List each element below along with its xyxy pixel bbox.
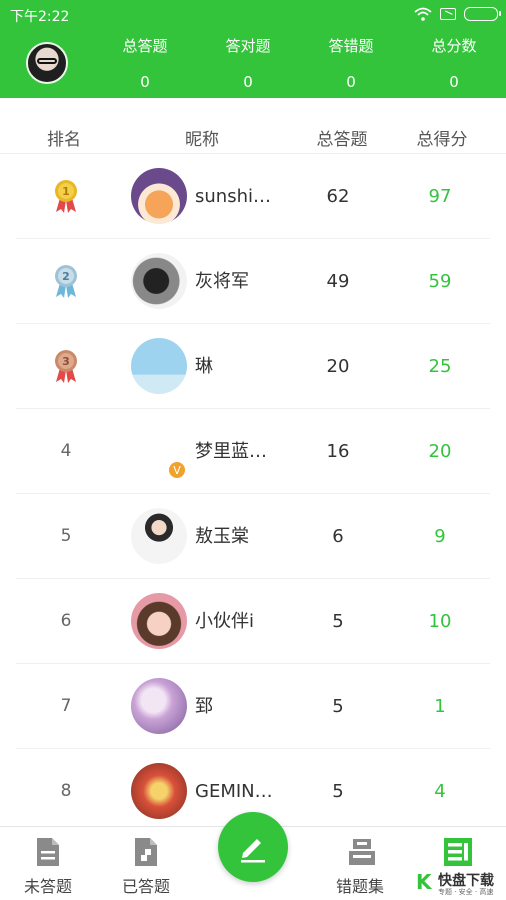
stat-label: 答对题 (225, 37, 271, 55)
leaderboard-header: 排名 昵称 总答题 总得分 (0, 120, 506, 154)
rank-number: 8 (60, 781, 72, 801)
svg-text:3: 3 (62, 355, 70, 368)
nav-wrong-questions[interactable]: 错题集 (320, 833, 400, 897)
total-score: 25 (428, 356, 452, 377)
table-row[interactable]: 7 郅 5 1 (16, 664, 490, 749)
table-row[interactable]: 2 灰将军 49 59 (16, 239, 490, 324)
total-score: 10 (428, 611, 452, 632)
stat-correct: 答对题 0 (208, 37, 288, 91)
total-answered: 20 (326, 356, 350, 377)
stat-value: 0 (243, 73, 253, 91)
stat-label: 总答题 (122, 37, 168, 55)
verified-badge-icon: V (168, 461, 186, 479)
header-score: 总得分 (416, 130, 468, 150)
document-icon (35, 837, 61, 867)
table-row[interactable]: 4 V 梦里蓝… 16 20 (16, 409, 490, 494)
total-answered: 5 (332, 611, 344, 632)
total-score: 4 (434, 781, 446, 802)
silver-medal-icon: 2 (55, 265, 77, 298)
nav-answered[interactable]: 已答题 (106, 833, 186, 897)
stat-label: 答错题 (328, 37, 374, 55)
document-check-icon (133, 837, 159, 867)
svg-text:1: 1 (62, 185, 70, 198)
total-answered: 62 (326, 186, 350, 207)
avatar (131, 508, 187, 564)
rank-number: 4 (60, 441, 72, 461)
total-score: 20 (428, 441, 452, 462)
stat-label: 总分数 (431, 37, 477, 55)
stat-wrong: 答错题 0 (311, 37, 391, 91)
status-icons (414, 6, 501, 22)
nickname: 敖玉棠 (195, 526, 249, 547)
stat-value: 0 (346, 73, 356, 91)
total-answered: 5 (332, 781, 344, 802)
nickname: 梦里蓝… (195, 441, 267, 462)
nickname: 小伙伴i (195, 611, 255, 632)
pencil-icon (241, 839, 265, 863)
bronze-medal-icon: 3 (55, 350, 77, 383)
battery-icon (464, 7, 501, 21)
header-rank: 排名 (47, 130, 81, 150)
header-nickname: 昵称 (185, 130, 219, 150)
nav-leaderboard[interactable] (416, 833, 496, 873)
nickname: 琳 (195, 356, 213, 377)
list-icon (443, 837, 472, 867)
total-answered: 5 (332, 696, 344, 717)
total-score: 97 (428, 186, 452, 207)
stat-total-score: 总分数 0 (414, 37, 494, 91)
watermark-subtext: 专题 · 安全 · 高速 (438, 888, 494, 896)
avatar (131, 763, 187, 819)
nav-unanswered[interactable]: 未答题 (8, 833, 88, 897)
table-row[interactable]: 5 敖玉棠 6 9 (16, 494, 490, 579)
stat-value: 0 (449, 73, 459, 91)
rank-number: 5 (60, 526, 72, 546)
watermark-logo-icon: K (416, 870, 432, 894)
stack-icon (347, 837, 375, 867)
avatar (131, 678, 187, 734)
nav-label: 错题集 (335, 877, 384, 896)
my-avatar[interactable] (26, 42, 68, 84)
nav-label: 已答题 (121, 877, 170, 896)
rank-number: 6 (60, 611, 72, 631)
compose-button[interactable] (218, 812, 288, 882)
status-time: 下午2:22 (10, 9, 70, 25)
table-row[interactable]: 6 小伙伴i 5 10 (16, 579, 490, 664)
nav-label: 未答题 (23, 877, 72, 896)
nickname: 郅 (195, 696, 213, 717)
stat-value: 0 (140, 73, 150, 91)
sim-icon (440, 8, 456, 20)
total-score: 9 (434, 526, 446, 547)
wifi-icon (414, 7, 432, 21)
svg-text:2: 2 (62, 270, 70, 283)
rank-number: 7 (60, 696, 72, 716)
avatar (131, 253, 187, 309)
header-total: 总答题 (316, 130, 368, 150)
summary-header: 下午2:22 总答题 0 答对题 0 答错题 0 总分数 0 (0, 0, 506, 98)
avatar (131, 338, 187, 394)
avatar (131, 168, 187, 224)
stat-total-answered: 总答题 0 (105, 37, 185, 91)
table-row[interactable]: 3 琳 20 25 (16, 324, 490, 409)
nickname: 灰将军 (195, 271, 249, 292)
total-score: 59 (428, 271, 452, 292)
avatar (131, 593, 187, 649)
total-answered: 49 (326, 271, 350, 292)
nickname: sunshi… (195, 186, 271, 207)
total-score: 1 (434, 696, 446, 717)
total-answered: 16 (326, 441, 350, 462)
total-answered: 6 (332, 526, 344, 547)
gold-medal-icon: 1 (55, 180, 77, 213)
watermark: K 快盘下载 专题 · 安全 · 高速 (414, 868, 504, 896)
table-row[interactable]: 1 sunshi… 62 97 (16, 154, 490, 239)
